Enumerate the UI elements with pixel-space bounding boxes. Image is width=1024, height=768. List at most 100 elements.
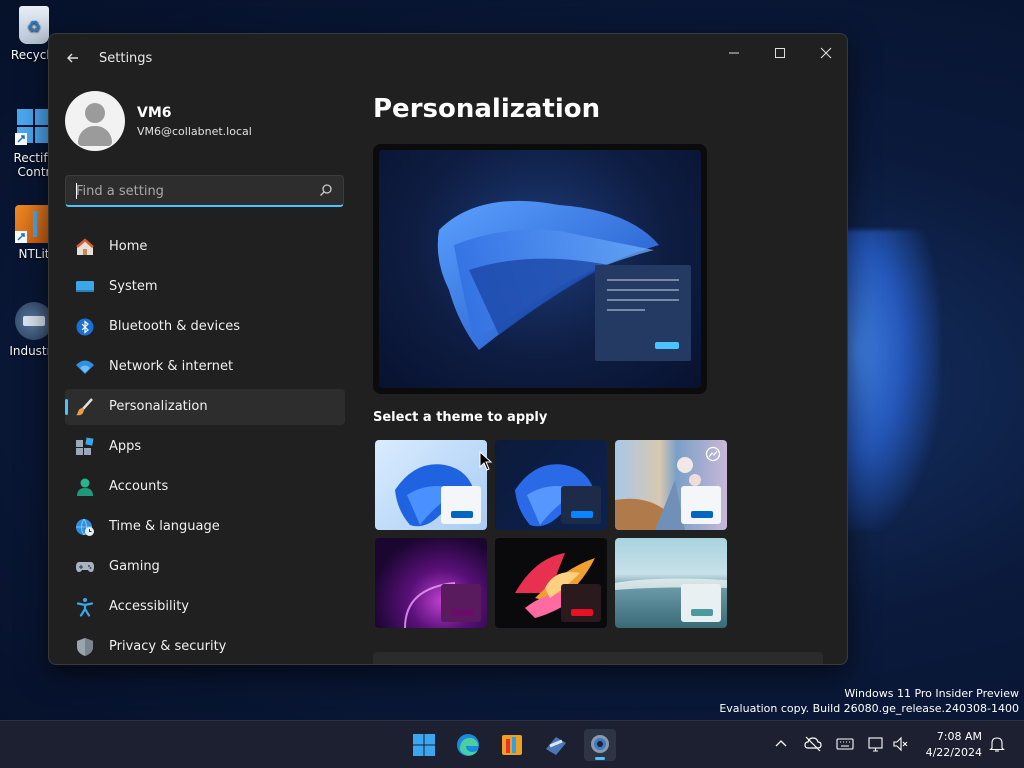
theme-window-preview — [441, 584, 481, 622]
theme-preview — [373, 144, 707, 394]
bluetooth-icon — [76, 318, 94, 336]
sidebar-item-system[interactable]: System — [65, 269, 345, 305]
theme-window-preview — [561, 584, 601, 622]
taskbar-edge[interactable] — [452, 729, 484, 761]
avatar — [65, 91, 125, 151]
theme-accent-swatch — [571, 511, 593, 518]
taskbar-app-2[interactable] — [540, 729, 572, 761]
sidebar-item-bluetooth[interactable]: Bluetooth & devices — [65, 309, 345, 345]
sidebar-item-personalization[interactable]: Personalization — [65, 389, 345, 425]
theme-flow[interactable] — [615, 538, 727, 628]
close-icon — [820, 47, 832, 59]
sidebar-item-label: Time & language — [109, 519, 220, 534]
mouse-cursor — [479, 451, 493, 471]
wifi-icon — [76, 360, 94, 374]
sidebar-item-network[interactable]: Network & internet — [65, 349, 345, 385]
theme-accent-swatch — [691, 609, 713, 616]
start-icon — [413, 734, 435, 756]
accessibility-icon — [76, 598, 94, 617]
theme-windows-dark[interactable] — [495, 440, 607, 530]
theme-window-preview — [441, 486, 481, 524]
active-indicator — [65, 399, 68, 415]
brush-icon — [76, 398, 93, 416]
back-button[interactable] — [63, 48, 83, 68]
minimize-button[interactable] — [711, 40, 757, 70]
gamepad-icon — [76, 562, 94, 572]
text-caret — [76, 183, 77, 199]
theme-accent-swatch — [451, 511, 473, 518]
chevron-up-icon[interactable] — [772, 735, 790, 753]
settings-card[interactable] — [373, 652, 823, 664]
start-button[interactable] — [408, 729, 440, 761]
evaluation-watermark: Windows 11 Pro Insider Preview Evaluatio… — [719, 686, 1019, 716]
bell-icon[interactable] — [988, 735, 1006, 753]
spotlight-icon — [705, 446, 721, 462]
themes-section-label: Select a theme to apply — [373, 410, 548, 425]
maximize-icon — [775, 48, 785, 58]
minimize-icon — [729, 52, 739, 54]
arrow-left-icon — [67, 53, 78, 63]
theme-window-preview — [561, 486, 601, 524]
keyboard-icon[interactable] — [836, 735, 854, 753]
theme-accent-swatch — [451, 609, 473, 616]
sidebar-item-label: Apps — [109, 439, 142, 454]
settings-window: Settings VM6 VM6@collabnet.local Home Sy… — [48, 33, 848, 665]
theme-spotlight[interactable] — [615, 440, 727, 530]
svg-text:♻: ♻ — [27, 17, 41, 36]
apps-icon — [76, 437, 94, 455]
navigation-pane: Home System Bluetooth & devices Network … — [65, 229, 345, 664]
search-icon[interactable] — [319, 183, 333, 197]
sidebar-item-privacy-security[interactable]: Privacy & security — [65, 629, 345, 664]
running-indicator — [595, 757, 605, 760]
bloom-wallpaper-image — [437, 200, 691, 361]
sidebar-item-label: Accounts — [109, 479, 169, 494]
shield-icon — [77, 638, 93, 656]
system-clock[interactable]: 7:08 AM 4/22/2024 — [926, 729, 982, 761]
theme-windows-light[interactable] — [375, 440, 487, 530]
taskbar-app[interactable] — [496, 729, 528, 761]
clock-time: 7:08 AM — [936, 730, 982, 743]
user-name: VM6 — [137, 105, 172, 121]
sidebar-item-time-language[interactable]: Time & language — [65, 509, 345, 545]
accounts-icon — [77, 478, 93, 496]
sidebar-item-gaming[interactable]: Gaming — [65, 549, 345, 585]
sidebar-item-accounts[interactable]: Accounts — [65, 469, 345, 505]
sidebar-item-label: Accessibility — [109, 599, 189, 614]
close-button[interactable] — [803, 40, 847, 70]
sidebar-item-label: Network & internet — [109, 359, 234, 374]
app-icon-2 — [546, 737, 566, 755]
recycle-bin-icon: ♻ — [19, 6, 49, 44]
user-email: VM6@collabnet.local — [137, 125, 252, 138]
theme-accent-swatch — [691, 511, 713, 518]
sidebar-item-home[interactable]: Home — [65, 229, 345, 265]
theme-captured-motion[interactable] — [495, 538, 607, 628]
network-icon[interactable] — [868, 735, 886, 753]
page-title: Personalization — [373, 94, 601, 124]
theme-glow[interactable] — [375, 538, 487, 628]
maximize-button[interactable] — [757, 40, 803, 70]
sidebar-item-label: Privacy & security — [109, 639, 227, 654]
home-icon — [76, 238, 94, 255]
volume-muted-icon[interactable] — [892, 735, 910, 753]
search-box[interactable] — [65, 175, 344, 207]
theme-window-preview — [681, 486, 721, 524]
theme-accent-swatch — [571, 609, 593, 616]
window-title: Settings — [99, 51, 153, 66]
app-icon — [502, 735, 522, 755]
taskbar-settings[interactable] — [584, 729, 616, 761]
sidebar-item-label: Gaming — [109, 559, 160, 574]
system-icon — [76, 281, 94, 292]
watermark-line: Windows 11 Pro Insider Preview — [844, 687, 1019, 700]
sidebar-item-apps[interactable]: Apps — [65, 429, 345, 465]
search-input[interactable] — [76, 182, 311, 200]
sidebar-item-label: Personalization — [109, 399, 208, 414]
sidebar-item-label: System — [109, 279, 158, 294]
sidebar-item-accessibility[interactable]: Accessibility — [65, 589, 345, 625]
taskbar: 7:08 AM 4/22/2024 — [0, 720, 1024, 768]
title-bar[interactable]: Settings — [49, 34, 847, 82]
theme-window-preview — [681, 584, 721, 622]
cloud-offline-icon[interactable] — [804, 735, 822, 753]
edge-icon — [457, 734, 479, 756]
watermark-line: Evaluation copy. Build 26080.ge_release.… — [719, 702, 1019, 715]
clock-date: 4/22/2024 — [925, 746, 982, 759]
